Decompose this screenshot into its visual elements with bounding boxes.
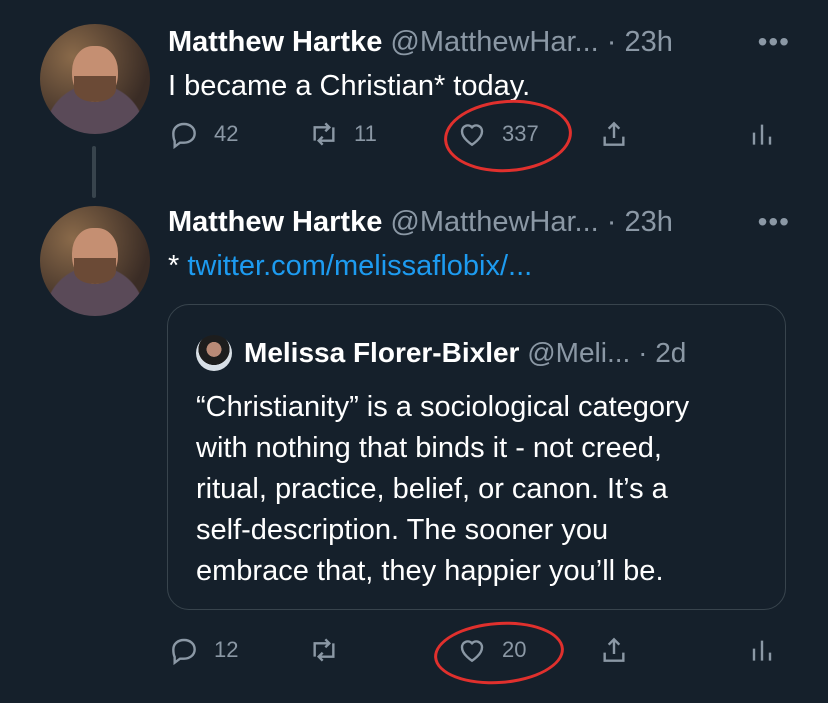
quoted-text-line: ritual, practice, belief, or canon. It’s… xyxy=(196,473,668,505)
avatar[interactable] xyxy=(40,24,150,134)
analytics-button[interactable] xyxy=(746,634,792,666)
quoted-avatar xyxy=(196,335,232,371)
reply-icon xyxy=(172,122,196,150)
analytics-icon xyxy=(752,124,772,145)
tweet-time[interactable]: · 23h xyxy=(607,26,673,58)
share-button[interactable] xyxy=(598,118,644,150)
reply-icon xyxy=(172,638,196,666)
quoted-text-line: self-description. The sooner you xyxy=(196,514,609,546)
more-options-icon[interactable]: ••• xyxy=(758,26,790,58)
retweet-button[interactable] xyxy=(308,634,354,666)
quoted-tweet-text: “Christianity” is a sociological categor… xyxy=(196,387,776,592)
reply-button[interactable]: 12 xyxy=(168,634,238,666)
author-handle[interactable]: @MatthewHar... xyxy=(390,26,598,58)
share-icon xyxy=(603,121,625,146)
analytics-button[interactable] xyxy=(746,118,792,150)
more-options-icon[interactable]: ••• xyxy=(758,206,790,238)
reply-count: 12 xyxy=(214,637,239,662)
reply-button[interactable]: 42 xyxy=(168,118,238,150)
retweet-icon xyxy=(313,638,335,662)
quoted-author-handle: @Meli... xyxy=(527,337,631,368)
reply-count: 42 xyxy=(214,121,239,146)
quoted-tweet-header: Melissa Florer-Bixler @Meli... · 2d xyxy=(196,335,686,371)
share-icon xyxy=(603,637,625,662)
share-button[interactable] xyxy=(598,634,644,666)
footnote-marker: * xyxy=(168,250,188,282)
retweet-icon xyxy=(313,122,335,146)
like-annotation-circle xyxy=(441,95,575,177)
retweet-button[interactable]: 11 xyxy=(308,118,377,150)
tweet-header: Matthew Hartke @MatthewHar... · 23h xyxy=(168,26,673,59)
avatar[interactable] xyxy=(40,206,150,316)
tweet-link[interactable]: twitter.com/melissaflobix/... xyxy=(187,250,532,282)
tweet-text: I became a Christian* today. xyxy=(168,70,531,102)
quoted-tweet[interactable]: Melissa Florer-Bixler @Meli... · 2d “Chr… xyxy=(167,304,786,610)
quoted-text-line: “Christianity” is a sociological categor… xyxy=(196,391,690,423)
analytics-icon xyxy=(752,640,772,661)
quoted-text-line: embrace that, they happier you’ll be. xyxy=(196,555,664,587)
tweet-text: * twitter.com/melissaflobix/... xyxy=(168,250,532,283)
author-name[interactable]: Matthew Hartke xyxy=(168,206,382,238)
tweet-header: Matthew Hartke @MatthewHar... · 23h xyxy=(168,206,673,239)
author-name[interactable]: Matthew Hartke xyxy=(168,26,382,58)
tweet-time[interactable]: · 23h xyxy=(607,206,673,238)
author-handle[interactable]: @MatthewHar... xyxy=(390,206,598,238)
like-annotation-circle xyxy=(431,617,567,689)
quoted-text-line: with nothing that binds it - not creed, xyxy=(196,432,662,464)
thread-connector xyxy=(92,146,96,198)
quoted-tweet-time: · 2d xyxy=(638,337,687,368)
quoted-author-name: Melissa Florer-Bixler xyxy=(244,337,520,368)
retweet-count: 11 xyxy=(354,121,377,146)
